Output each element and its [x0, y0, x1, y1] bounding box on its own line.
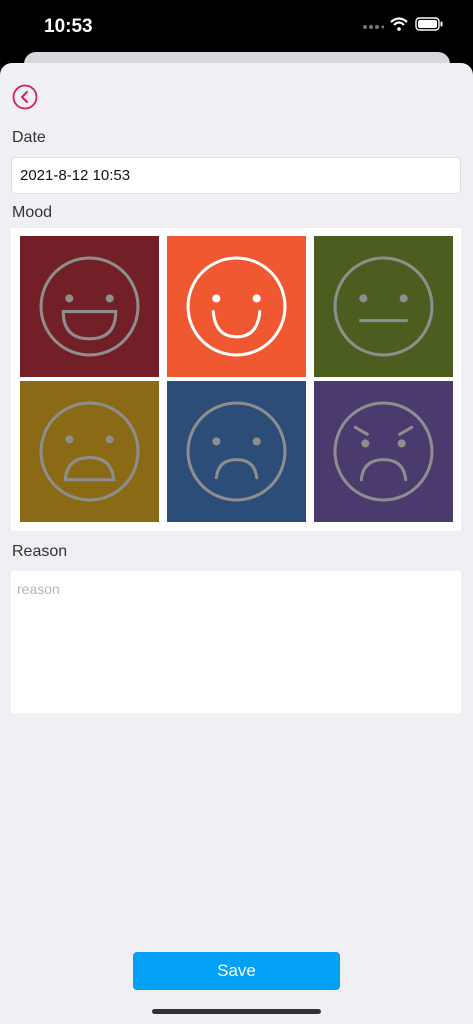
reason-label: Reason	[12, 543, 68, 560]
battery-icon	[415, 17, 443, 36]
status-icons	[362, 17, 443, 36]
sad-face-icon	[186, 401, 287, 502]
mood-grid	[11, 228, 461, 531]
mood-option-sad[interactable]	[167, 381, 306, 522]
back-button[interactable]	[12, 84, 38, 110]
reason-placeholder: reason	[17, 581, 60, 597]
signal-icon	[362, 18, 385, 36]
smiling-face-icon	[186, 256, 287, 357]
mood-label: Mood	[12, 204, 53, 221]
home-indicator	[152, 1009, 321, 1014]
entry-sheet	[0, 63, 473, 1024]
status-bar: 10:53	[0, 0, 473, 52]
wifi-icon	[390, 17, 408, 36]
date-label: Date	[12, 129, 46, 146]
neutral-face-icon	[333, 256, 434, 357]
status-time: 10:53	[44, 16, 93, 37]
date-field[interactable]: 2021-8-12 10:53	[11, 157, 461, 194]
mood-option-smiling[interactable]	[167, 236, 306, 377]
mood-option-neutral[interactable]	[314, 236, 453, 377]
angry-face-icon	[333, 401, 434, 502]
mood-option-angry[interactable]	[314, 381, 453, 522]
laughing-face-icon	[39, 256, 140, 357]
shocked-face-icon	[39, 401, 140, 502]
save-button[interactable]: Save	[133, 952, 340, 990]
reason-textarea[interactable]: reason	[11, 571, 461, 713]
chevron-left-circle-icon	[12, 84, 38, 110]
mood-option-shocked[interactable]	[20, 381, 159, 522]
mood-option-laughing[interactable]	[20, 236, 159, 377]
